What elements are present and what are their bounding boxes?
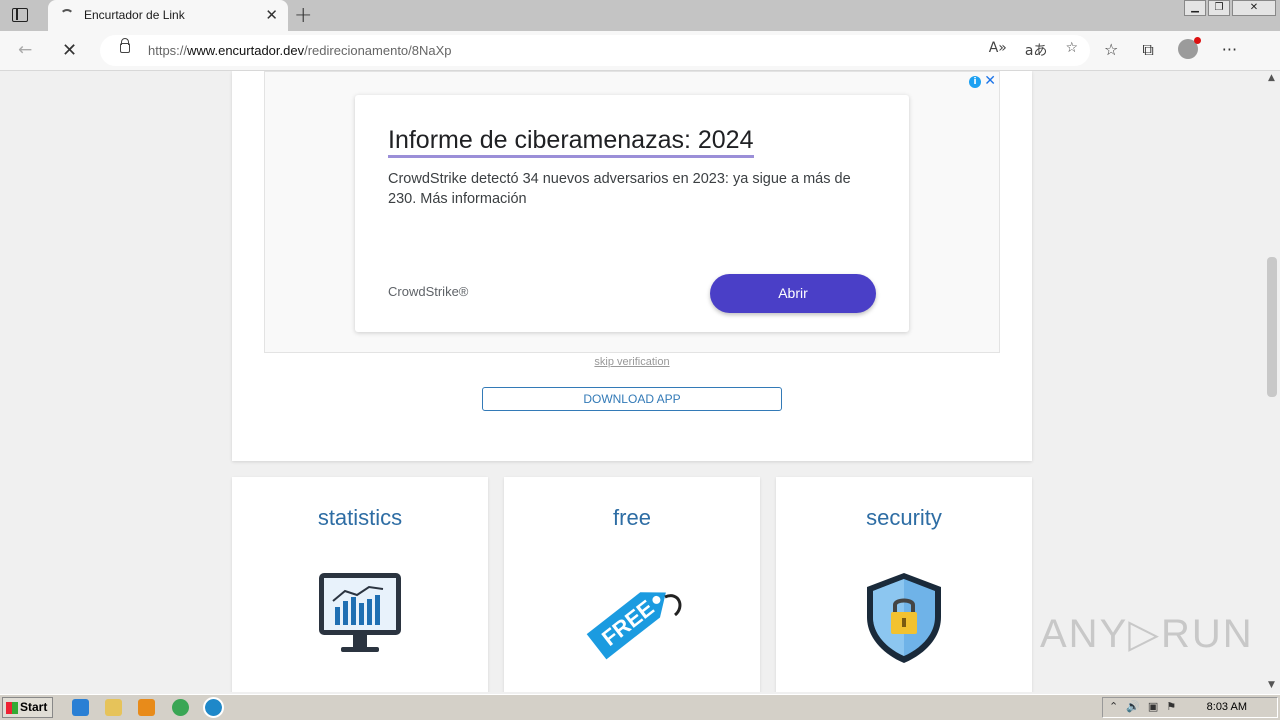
- feature-card-statistics: statistics: [232, 477, 488, 692]
- scroll-thumb[interactable]: [1267, 257, 1277, 397]
- back-arrow-icon[interactable]: ←: [18, 40, 32, 60]
- ad-brand: CrowdStrike®: [388, 284, 469, 299]
- chrome-icon[interactable]: [172, 699, 189, 716]
- feature-title: security: [866, 505, 942, 530]
- loading-spinner-icon: [60, 9, 74, 23]
- file-explorer-icon[interactable]: [105, 699, 122, 716]
- start-label: Start: [20, 700, 48, 714]
- collections-icon[interactable]: ⧉: [1142, 40, 1153, 60]
- navigation-bar: ← ✕ https://www.encurtador.dev/redirecio…: [0, 31, 1280, 71]
- tab-active[interactable]: Encurtador de Link ✕: [48, 0, 288, 31]
- favorites-icon[interactable]: ☆: [1104, 40, 1118, 60]
- ad-body: CrowdStrike detectó 34 nuevos adversario…: [388, 171, 851, 207]
- download-app-button[interactable]: DOWNLOAD APP: [482, 387, 782, 411]
- toolbar: ☆ ⧉ ···: [1104, 37, 1237, 60]
- start-button[interactable]: Start: [2, 697, 53, 718]
- media-player-icon[interactable]: [138, 699, 155, 716]
- free-tag-icon: FREE: [586, 592, 682, 660]
- scroll-up-icon[interactable]: ▲: [1268, 73, 1275, 83]
- stop-loading-icon[interactable]: ✕: [62, 40, 77, 61]
- ad-title[interactable]: Informe de ciberamenazas: 2024: [388, 125, 754, 158]
- clock[interactable]: 8:03 AM: [1207, 701, 1247, 713]
- window-controls: ▁ ❐ ✕: [1184, 0, 1276, 16]
- taskbar: Start ⌃🔊▣⚑ 8:03 AM: [0, 694, 1280, 720]
- ad-frame: i ✕ Informe de ciberamenazas: 2024 Crowd…: [264, 71, 1000, 353]
- address-bar[interactable]: https://www.encurtador.dev/redirecioname…: [100, 35, 1090, 66]
- vertical-scrollbar[interactable]: ▲ ▼: [1264, 71, 1280, 692]
- system-tray: ⌃🔊▣⚑ 8:03 AM: [1102, 697, 1278, 718]
- add-favorite-icon[interactable]: ☆: [1065, 40, 1078, 60]
- ad-open-button[interactable]: Abrir: [710, 274, 876, 313]
- profile-avatar-icon[interactable]: [1177, 37, 1201, 59]
- tab-strip: Encurtador de Link ✕ + ▁ ❐ ✕: [0, 0, 1280, 31]
- address-bar-actions: A» aあ ☆: [989, 40, 1078, 60]
- more-menu-icon[interactable]: ···: [1222, 40, 1237, 60]
- tray-icons[interactable]: ⌃🔊▣⚑: [1109, 700, 1184, 713]
- watermark: ANY▷RUN: [1040, 612, 1254, 656]
- translate-icon[interactable]: aあ: [1025, 40, 1048, 60]
- feature-card-free: free FREE: [504, 477, 760, 692]
- edge-icon[interactable]: [203, 697, 224, 718]
- restore-button[interactable]: ❐: [1208, 0, 1230, 16]
- ad-info-icon[interactable]: i: [969, 76, 981, 88]
- close-tab-icon[interactable]: ✕: [265, 6, 278, 24]
- shield-lock-icon: [867, 573, 941, 663]
- tab-title: Encurtador de Link: [84, 8, 185, 22]
- close-window-button[interactable]: ✕: [1232, 0, 1276, 16]
- scroll-down-icon[interactable]: ▼: [1268, 680, 1275, 690]
- url-text[interactable]: https://www.encurtador.dev/redirecioname…: [148, 43, 452, 58]
- feature-title: statistics: [317, 505, 403, 530]
- ad-card[interactable]: Informe de ciberamenazas: 2024 CrowdStri…: [355, 95, 909, 332]
- feature-card-security: security: [776, 477, 1032, 692]
- windows-logo-icon: [6, 702, 18, 714]
- new-tab-button[interactable]: +: [294, 3, 312, 28]
- internet-explorer-icon[interactable]: [72, 699, 89, 716]
- skip-verification-link[interactable]: skip verification: [232, 356, 1032, 368]
- minimize-button[interactable]: ▁: [1184, 0, 1206, 16]
- monitor-chart-icon: [319, 573, 401, 652]
- feature-title: free: [613, 505, 651, 530]
- ad-close-icon[interactable]: ✕: [984, 73, 996, 89]
- tab-actions-icon[interactable]: [12, 8, 28, 22]
- read-aloud-icon[interactable]: A»: [989, 40, 1007, 60]
- main-card: i ✕ Informe de ciberamenazas: 2024 Crowd…: [232, 71, 1032, 461]
- lock-icon[interactable]: [120, 38, 130, 53]
- page-viewport: i ✕ Informe de ciberamenazas: 2024 Crowd…: [0, 71, 1264, 692]
